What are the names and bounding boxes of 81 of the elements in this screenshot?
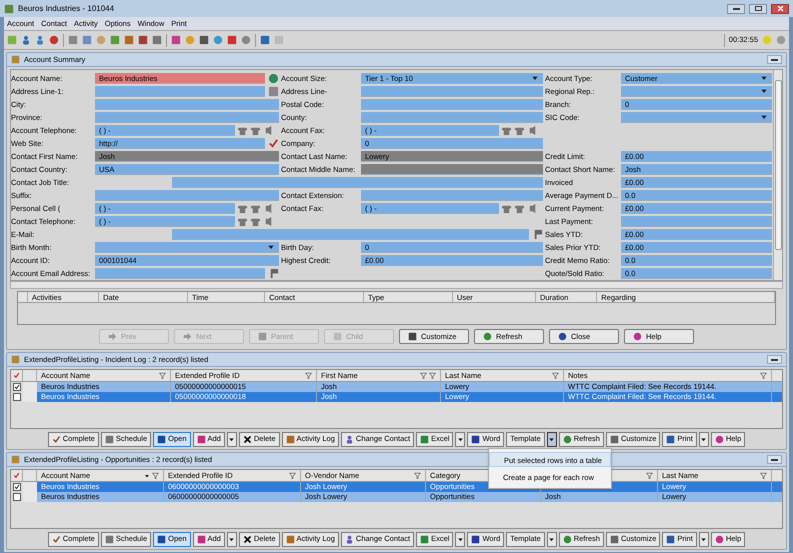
phone-icon [250,125,261,136]
text-field[interactable] [361,99,543,110]
dropdown-button[interactable] [546,532,557,546]
caret-icon [531,74,539,82]
funnel-icon [552,372,559,379]
caret-icon [700,536,708,542]
phone-icon [237,125,248,136]
maximize-button[interactable] [749,4,767,14]
caret-icon [267,243,275,251]
header-cell[interactable] [11,470,23,481]
caret-icon [456,436,464,442]
minimize-button[interactable] [767,355,782,364]
text-field[interactable] [95,112,279,123]
funnel-icon [760,472,767,479]
speaker-icon [263,203,274,214]
minimize-button[interactable] [727,4,745,14]
phone-icon [514,203,525,214]
dropdown-button[interactable] [546,432,557,446]
speaker-icon [527,203,538,214]
speaker-icon [527,125,538,136]
funnel-icon [414,472,421,479]
speaker-icon [263,125,274,136]
checkbox[interactable] [13,483,21,491]
caret-icon [760,113,768,121]
caret-icon [456,536,464,542]
phone-icon [237,216,248,227]
pin-icon [532,229,543,240]
close-button[interactable] [771,4,789,14]
caret-icon [548,436,556,442]
email-field[interactable] [172,229,529,240]
text-field[interactable] [621,216,772,227]
funnel-icon [305,372,312,379]
header-cell[interactable] [11,370,23,381]
dropdown-button[interactable] [455,432,466,446]
minimize-button[interactable] [767,455,782,464]
email-field[interactable] [95,268,265,279]
square-icon [268,86,279,97]
phone-icon [237,203,248,214]
text-field[interactable] [361,190,543,201]
funnel-icon [760,372,767,379]
funnel-icon [289,472,296,479]
dropdown-button[interactable] [455,532,466,546]
phone-icon [501,203,512,214]
scrollbar[interactable] [10,281,783,289]
dropdown-button[interactable] [698,532,709,546]
text-field[interactable] [361,86,543,97]
check-icon [52,534,61,544]
phone-icon [250,216,261,227]
x-icon [242,534,252,544]
text-field[interactable] [95,99,279,110]
locked-field[interactable] [361,164,543,175]
caret-icon [700,436,708,442]
pin-icon [268,268,279,279]
text-field[interactable] [172,177,543,188]
minimize-button[interactable] [767,55,782,64]
people-icon [344,534,354,544]
funnel-icon [152,472,159,479]
phone-icon [514,125,525,136]
x-icon [242,434,252,444]
phone-icon [250,203,261,214]
funnel-icon [159,372,166,379]
dropdown-button[interactable] [698,432,709,446]
check-icon [52,434,61,444]
funnel-icon [646,472,653,479]
checkbox[interactable] [13,383,21,391]
speaker-icon [263,216,274,227]
checkbox[interactable] [13,493,21,501]
text-field[interactable] [95,86,265,97]
caret-icon [228,436,236,442]
dropdown-button[interactable] [226,432,237,446]
scrollbar[interactable] [773,70,782,280]
text-field[interactable] [361,112,543,123]
window-title: Beuros Industries - 101044 [18,2,116,14]
caret-icon [228,536,236,542]
caret-icon [548,536,556,542]
people-icon [344,434,354,444]
phone-icon [501,125,512,136]
sort-icon [144,472,150,478]
text-field[interactable] [95,190,279,201]
checkbox[interactable] [13,393,21,401]
dropdown-button[interactable] [226,532,237,546]
